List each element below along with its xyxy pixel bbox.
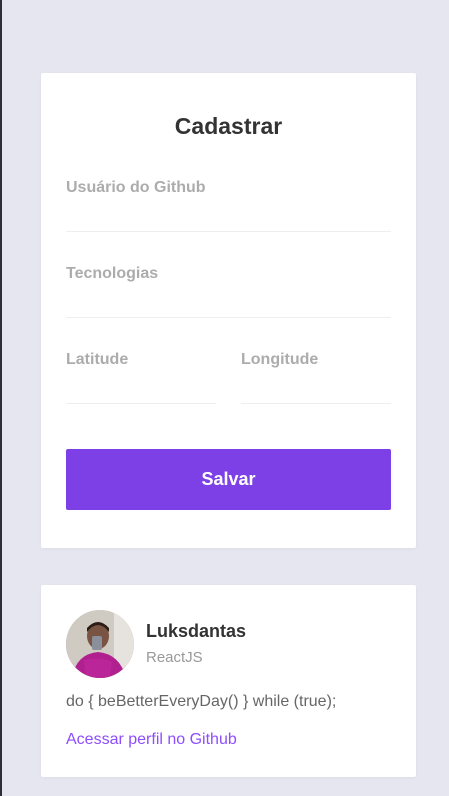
github-username-input[interactable] [66,199,391,232]
github-username-field: Usuário do Github [66,179,391,232]
dev-name: Luksdantas [146,621,247,641]
techs-label: Tecnologias [66,265,159,282]
register-form-card: Cadastrar Usuário do Github Tecnologias … [41,73,416,548]
latitude-field: Latitude [66,351,216,404]
github-username-label: Usuário do Github [66,179,206,196]
techs-field: Tecnologias [66,265,391,318]
latitude-label: Latitude [66,351,129,368]
github-profile-link[interactable]: Acessar perfil no Github [66,731,237,749]
dev-bio: do { beBetterEveryDay() } while (true); [66,693,337,710]
dev-techs: ReactJS [146,649,203,666]
avatar [66,610,134,678]
save-button[interactable]: Salvar [66,449,391,510]
longitude-field: Longitude [241,351,391,404]
longitude-label: Longitude [241,351,319,368]
dev-card: Luksdantas ReactJS do { beBetterEveryDay… [41,585,416,777]
form-title: Cadastrar [174,113,283,139]
latitude-input[interactable] [66,371,216,404]
longitude-input[interactable] [241,371,391,404]
techs-input[interactable] [66,285,391,318]
avatar-image [66,610,134,678]
